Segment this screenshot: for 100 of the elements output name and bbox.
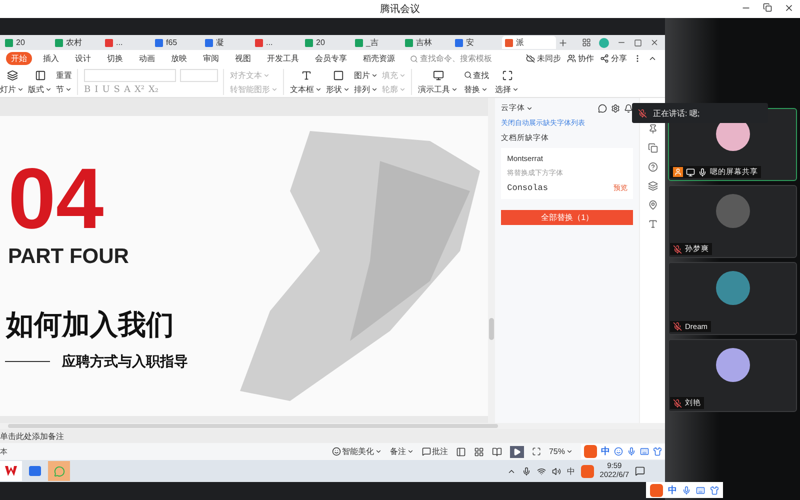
new-slide-button[interactable]: 灯片 [0, 84, 24, 94]
beautify-button[interactable]: 智能美化 [332, 446, 382, 457]
document-tab[interactable]: 20 [2, 36, 50, 49]
presentation-icon [432, 70, 444, 80]
file-icon [255, 38, 263, 46]
arrange-button[interactable]: 排列 [354, 84, 378, 94]
sorter-view-icon [474, 446, 484, 456]
ribbon-tab[interactable]: 视图 [230, 52, 256, 65]
font-size-field[interactable] [180, 69, 218, 82]
picture-button[interactable]: 图片 [354, 70, 378, 80]
file-icon [455, 38, 463, 46]
select-button[interactable]: 选择 [495, 84, 519, 94]
keyboard-icon [696, 486, 705, 494]
shape-icon [332, 70, 344, 80]
ime-mode[interactable]: 中 [668, 484, 677, 496]
ribbon-tab[interactable]: 稻壳资源 [358, 52, 400, 65]
document-tab[interactable]: 20 [302, 36, 350, 49]
new-tab-icon[interactable] [558, 38, 568, 48]
close-icon [650, 38, 659, 47]
ribbon-tab[interactable]: 开发工具 [262, 52, 304, 65]
keyboard-icon [640, 447, 649, 456]
layout-icon [34, 70, 46, 80]
slide-number: 04 [8, 156, 104, 242]
slide-heading: 如何加入我们 [6, 311, 174, 339]
search-icon [410, 54, 418, 62]
sync-status[interactable]: 未同步 [526, 53, 561, 64]
layout-button[interactable]: 版式 [28, 84, 52, 94]
face-icon [332, 447, 341, 456]
normal-view-icon [456, 446, 466, 456]
window-title: 腾讯会议 [380, 2, 420, 16]
caret-icon [406, 448, 414, 455]
muted-mic-icon [673, 322, 682, 331]
replace-all-button[interactable]: 全部替换（1） [501, 210, 634, 225]
document-tab[interactable]: 农村 [52, 36, 100, 49]
zoom-level[interactable]: 75% [548, 447, 573, 456]
muted-mic-icon [638, 108, 647, 118]
app-icon[interactable] [0, 461, 22, 481]
ime-indicator[interactable]: 中 [566, 466, 575, 476]
caret-icon [374, 448, 382, 455]
replacement-font: Consolas [507, 183, 548, 193]
mic-icon [698, 168, 707, 176]
file-icon [355, 38, 363, 46]
user-avatar[interactable] [599, 38, 609, 48]
play-button[interactable] [510, 446, 524, 458]
ribbon-tab[interactable]: 会员专享 [310, 52, 352, 65]
document-tab[interactable]: 安 [452, 36, 500, 49]
document-tab[interactable]: 吉林 [402, 36, 450, 49]
file-icon [205, 38, 213, 46]
emoji-icon [614, 447, 623, 456]
ribbon-tab[interactable]: 插入 [38, 52, 64, 65]
ribbon-tab[interactable]: 放映 [166, 52, 192, 65]
comments-button[interactable]: 批注 [422, 446, 448, 457]
settings-icon [611, 104, 620, 112]
collaborate-button[interactable]: 协作 [567, 53, 594, 64]
caret-icon [17, 86, 24, 92]
document-tab[interactable]: ... [102, 36, 150, 49]
share-button[interactable]: 分享 [600, 53, 627, 64]
notes-button[interactable]: 备注 [390, 446, 414, 457]
file-icon [55, 38, 63, 46]
document-tab[interactable]: 凝 [202, 36, 250, 49]
close-icon [784, 3, 794, 13]
copy-icon [648, 143, 658, 153]
ime-logo [580, 464, 594, 478]
location-icon [648, 200, 658, 210]
document-tab[interactable]: 派 [502, 36, 556, 49]
document-tab[interactable]: ... [252, 36, 300, 49]
font-name-field[interactable] [84, 69, 176, 82]
network-icon [536, 466, 546, 476]
file-icon [405, 38, 413, 46]
replace-button[interactable]: 替换 [464, 84, 488, 94]
section-button[interactable]: 节 [56, 84, 72, 94]
shape-button[interactable]: 形状 [326, 84, 350, 94]
users-icon [567, 54, 576, 63]
document-tab[interactable]: _吉 [352, 36, 400, 49]
reset-button[interactable]: 重置 [56, 70, 72, 80]
play-icon [512, 448, 521, 456]
command-search[interactable]: 查找命令、搜索模板 [410, 53, 492, 64]
file-icon [5, 38, 13, 46]
ribbon-tab[interactable]: 切换 [102, 52, 128, 65]
muted-mic-icon [673, 398, 682, 408]
find-button[interactable]: 查找 [464, 70, 489, 80]
caret-icon [315, 86, 322, 92]
present-tools-button[interactable]: 演示工具 [418, 84, 458, 94]
text-box-button[interactable]: 文本框 [290, 84, 322, 94]
mic-icon [627, 447, 636, 456]
caret-icon [512, 86, 519, 92]
office-logo-icon [5, 466, 17, 476]
text-box-icon [300, 70, 312, 80]
volume-icon [552, 466, 561, 476]
share-icon [600, 54, 609, 63]
ime-mode[interactable]: 中 [601, 445, 610, 458]
ribbon-tab[interactable]: 动画 [134, 52, 160, 65]
document-tab[interactable]: f65 [152, 36, 200, 49]
pin-icon [648, 124, 658, 134]
ribbon-tab[interactable]: 设计 [70, 52, 96, 65]
ribbon-tab[interactable]: 审阅 [198, 52, 224, 65]
mic-icon [682, 486, 691, 494]
notes-placeholder[interactable]: 单击此处添加备注 [0, 430, 64, 442]
help-icon [648, 162, 658, 172]
scrollbar-thumb[interactable] [489, 318, 494, 340]
